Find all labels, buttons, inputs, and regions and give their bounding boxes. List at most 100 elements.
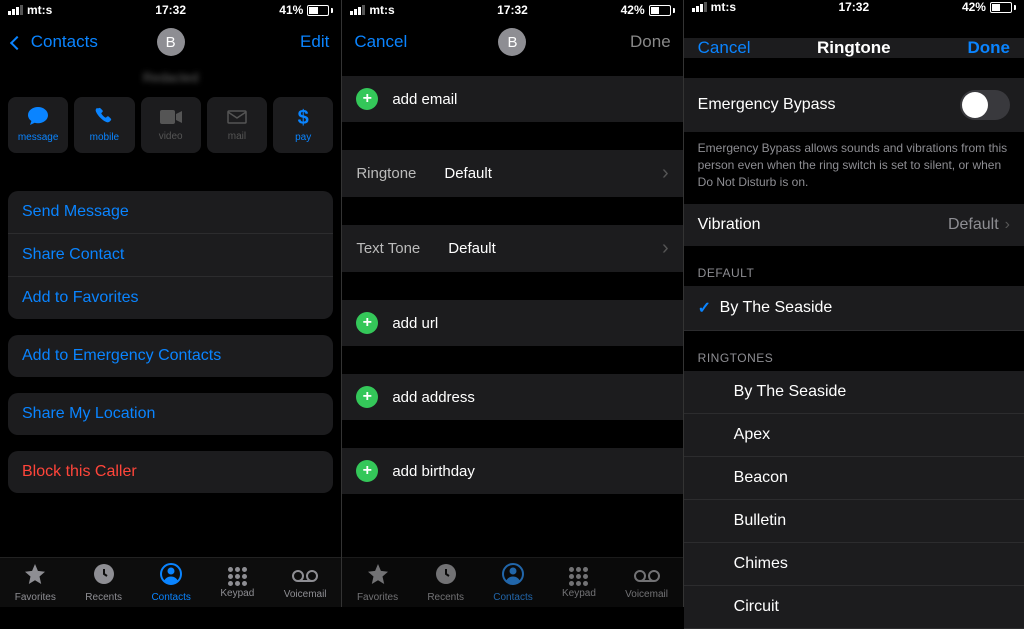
avatar[interactable]: B (498, 28, 526, 56)
ringtone-row[interactable]: By The Seaside (684, 371, 1024, 414)
nav-bar: Cancel B Done (342, 20, 682, 64)
favorites-icon (23, 562, 47, 590)
action-pay[interactable]: $ pay (273, 97, 333, 153)
ringtone-row[interactable]: Chimes (684, 543, 1024, 586)
modal-nav-bar: Cancel Ringtone Done (684, 38, 1024, 58)
action-message[interactable]: message (8, 97, 68, 153)
action-label: pay (295, 132, 311, 143)
tab-label: Keypad (220, 588, 254, 599)
add-url-label: add url (392, 315, 438, 332)
tab-label: Contacts (151, 592, 190, 603)
vibration-row[interactable]: Vibration Default › (684, 204, 1024, 246)
action-video: video (141, 97, 201, 153)
back-button[interactable]: Contacts (12, 32, 98, 52)
chevron-left-icon (10, 35, 24, 49)
section-header-ringtones: RINGTONES (684, 331, 1024, 371)
status-bar: mt:s 17:32 42% (684, 0, 1024, 14)
add-address-row[interactable]: + add address (342, 374, 682, 420)
vibration-label: Vibration (698, 216, 761, 234)
tab-label: Keypad (562, 588, 596, 599)
contacts-icon (501, 562, 525, 590)
tab-bar: Favorites Recents Contacts Keypad Voicemail (342, 557, 682, 607)
cancel-button[interactable]: Cancel (354, 32, 407, 52)
done-button[interactable]: Done (967, 38, 1010, 58)
pay-icon: $ (298, 107, 309, 130)
add-url-row[interactable]: + add url (342, 300, 682, 346)
emergency-bypass-label: Emergency Bypass (698, 96, 836, 114)
status-bar: mt:s 17:32 41% (0, 0, 341, 20)
ringtone-row[interactable]: Beacon (684, 457, 1024, 500)
screen-edit-contact: mt:s 17:32 42% Cancel B Done + add email… (341, 0, 682, 607)
list-row[interactable]: Send Message (8, 191, 333, 234)
ringtone-name: Apex (734, 426, 770, 444)
cancel-button[interactable]: Cancel (698, 38, 751, 58)
list-row[interactable]: Block this Caller (8, 451, 333, 493)
recents-icon (434, 562, 458, 590)
tab-voicemail[interactable]: Voicemail (625, 565, 668, 600)
section-header-default: DEFAULT (684, 246, 1024, 286)
list-row[interactable]: Add to Favorites (8, 277, 333, 319)
toggle-switch[interactable] (960, 90, 1010, 120)
ringtone-row[interactable]: Bulletin (684, 500, 1024, 543)
battery-percent: 41% (279, 3, 303, 17)
plus-icon: + (356, 88, 378, 110)
recents-icon (92, 562, 116, 590)
keypad-icon (228, 567, 247, 586)
screen-ringtone-picker: mt:s 17:32 42% Cancel Ringtone Done Emer… (683, 0, 1024, 607)
tab-favorites[interactable]: Favorites (357, 562, 398, 603)
add-email-row[interactable]: + add email (342, 76, 682, 122)
tab-recents[interactable]: Recents (427, 562, 464, 603)
add-birthday-label: add birthday (392, 463, 475, 480)
avatar[interactable]: B (157, 28, 185, 56)
tab-contacts[interactable]: Contacts (151, 562, 190, 603)
tab-label: Favorites (357, 592, 398, 603)
list-group-2: Add to Emergency Contacts (8, 335, 333, 377)
tab-label: Recents (85, 592, 122, 603)
tab-keypad[interactable]: Keypad (562, 567, 596, 599)
action-mail: mail (207, 97, 267, 153)
edit-button[interactable]: Edit (300, 32, 329, 52)
ringtone-row[interactable]: Circuit (684, 586, 1024, 629)
tab-contacts[interactable]: Contacts (493, 562, 532, 603)
ringtone-name: Beacon (734, 469, 788, 487)
chevron-right-icon: › (662, 162, 669, 185)
signal-icon (8, 5, 23, 15)
vibration-value: Default (948, 216, 999, 234)
mobile-icon (95, 107, 113, 130)
emergency-bypass-hint: Emergency Bypass allows sounds and vibra… (684, 132, 1024, 204)
add-address-label: add address (392, 389, 475, 406)
list-group-1: Send MessageShare ContactAdd to Favorite… (8, 191, 333, 319)
modal-title: Ringtone (817, 38, 891, 58)
ringtone-row[interactable]: Apex (684, 414, 1024, 457)
ringtone-row[interactable]: Ringtone Default › (342, 150, 682, 197)
emergency-bypass-row[interactable]: Emergency Bypass (684, 78, 1024, 132)
done-button[interactable]: Done (630, 32, 671, 52)
ringtone-name: By The Seaside (720, 299, 833, 317)
keypad-icon (569, 567, 588, 586)
action-row: message mobile video mail $ pay (0, 97, 341, 153)
action-label: message (18, 132, 59, 143)
ringtone-label: Ringtone (356, 165, 416, 182)
voicemail-icon (291, 565, 319, 587)
texttone-row[interactable]: Text Tone Default › (342, 225, 682, 272)
list-row[interactable]: Share My Location (8, 393, 333, 435)
signal-icon (350, 5, 365, 15)
chevron-right-icon: › (1005, 216, 1010, 234)
favorites-icon (366, 562, 390, 590)
action-mobile[interactable]: mobile (74, 97, 134, 153)
tab-recents[interactable]: Recents (85, 562, 122, 603)
video-icon (160, 108, 182, 129)
action-label: video (159, 131, 183, 142)
action-label: mobile (90, 132, 119, 143)
list-row[interactable]: Add to Emergency Contacts (8, 335, 333, 377)
tab-label: Voicemail (625, 589, 668, 600)
add-birthday-row[interactable]: + add birthday (342, 448, 682, 494)
list-row[interactable]: Share Contact (8, 234, 333, 277)
clock: 17:32 (497, 3, 528, 17)
ringtone-default-row[interactable]: ✓ By The Seaside (684, 286, 1024, 331)
tab-favorites[interactable]: Favorites (15, 562, 56, 603)
tab-voicemail[interactable]: Voicemail (284, 565, 327, 600)
battery-icon (649, 5, 675, 16)
tab-keypad[interactable]: Keypad (220, 567, 254, 599)
ringtone-name: Circuit (734, 598, 779, 616)
